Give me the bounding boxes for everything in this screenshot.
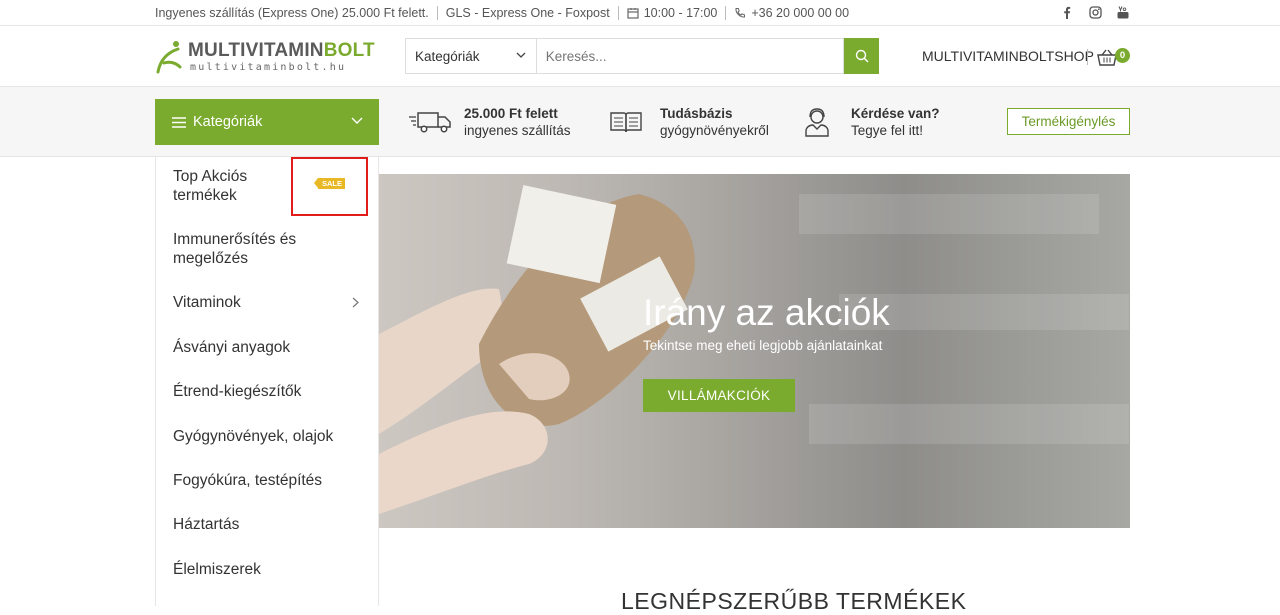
search-button[interactable] — [844, 38, 879, 74]
feature-title: Tudásbázis — [660, 106, 733, 121]
feature-free-shipping: 25.000 Ft felett ingyenes szállítás — [408, 105, 571, 139]
feature-title: Kérdése van? — [851, 106, 940, 121]
leaf-logo-icon — [156, 41, 182, 74]
hero-title: Irány az akciók — [643, 292, 890, 333]
categories-menu-button[interactable]: Kategóriák — [155, 99, 379, 145]
divider — [617, 6, 619, 20]
logo-text-b: BOLT — [323, 40, 375, 61]
menu-item-vitamins[interactable]: Vitaminok — [173, 293, 241, 312]
shop-link[interactable]: MULTIVITAMINBOLTSHOP — [922, 48, 1094, 64]
phone-link[interactable]: +36 20 000 00 00 — [734, 6, 849, 20]
menu-item-minerals[interactable]: Ásványi anyagok — [173, 338, 290, 357]
search-category-label: Kategóriák — [415, 48, 480, 64]
cart-count-badge: 0 — [1115, 48, 1130, 63]
instagram-icon[interactable] — [1088, 5, 1102, 19]
shipping-notice: Ingyenes szállítás (Express One) 25.000 … — [155, 6, 429, 20]
top-bar: Ingyenes szállítás (Express One) 25.000 … — [0, 0, 1280, 26]
site-logo[interactable]: MULTIVITAMINBOLT multivitaminbolt.hu — [154, 39, 375, 75]
phone-text: +36 20 000 00 00 — [751, 6, 850, 20]
search-category-select[interactable]: Kategóriák — [405, 38, 537, 74]
hero-banner[interactable]: Irány az akciók Tekintse meg eheti legjo… — [379, 174, 1130, 528]
hours-text: 10:00 - 17:00 — [643, 6, 718, 20]
logo-subtitle: multivitaminbolt.hu — [190, 62, 347, 73]
phone-icon — [735, 8, 746, 18]
chevron-right-icon — [352, 297, 359, 308]
feature-text: Tegye fel itt! — [851, 123, 924, 138]
sale-badge: SALE — [313, 178, 346, 189]
feature-text: gyógynövényekről — [660, 123, 769, 138]
truck-icon — [409, 112, 451, 133]
feature-title: 25.000 Ft felett — [464, 106, 558, 121]
menu-item-household[interactable]: Háztartás — [173, 515, 239, 534]
book-icon — [610, 112, 642, 133]
feature-ask-question[interactable]: Kérdése van? Tegye fel itt! — [795, 105, 940, 139]
youtube-icon[interactable] — [1116, 5, 1130, 19]
feature-knowledge-base[interactable]: Tudásbázis gyógynövényekről — [604, 105, 769, 139]
product-request-button[interactable]: Termékigénylés — [1007, 108, 1130, 135]
cart-button[interactable]: 0 — [1097, 46, 1131, 68]
menu-item-food[interactable]: Élelmiszerek — [173, 560, 261, 579]
menu-item-top-sales[interactable]: Top Akciós termékek — [173, 167, 247, 205]
logo-text-a: MULTIVITAMIN — [188, 40, 324, 61]
facebook-icon[interactable] — [1060, 5, 1074, 19]
feature-text: ingyenes szállítás — [464, 123, 571, 138]
carriers-text: GLS - Express One - Foxpost — [445, 6, 610, 20]
divider — [1087, 49, 1088, 65]
support-agent-icon — [805, 108, 829, 137]
hamburger-icon — [172, 116, 186, 128]
info-bar: Kategóriák 25.000 Ft felett ingyenes szá… — [0, 87, 1280, 157]
social-links — [1060, 5, 1130, 19]
site-header: MULTIVITAMINBOLT multivitaminbolt.hu Kat… — [0, 26, 1280, 87]
menu-item-supplements[interactable]: Étrend-kiegészítők — [173, 382, 301, 401]
basket-icon — [1097, 49, 1117, 66]
logo-text: MULTIVITAMINBOLT — [188, 40, 375, 62]
search-input[interactable] — [536, 38, 845, 74]
divider — [436, 6, 438, 20]
search-icon — [855, 49, 869, 63]
menu-item-immune[interactable]: Immunerősítés és megelőzés — [173, 230, 296, 268]
chevron-down-icon — [351, 117, 363, 124]
section-title: LEGNÉPSZERŰBB TERMÉKEK — [621, 588, 967, 614]
menu-item-diet-fitness[interactable]: Fogyókúra, testépítés — [173, 471, 322, 490]
categories-label: Kategóriák — [193, 114, 263, 130]
search-bar: Kategóriák — [405, 38, 879, 74]
flash-sale-button[interactable]: VILLÁMAKCIÓK — [643, 379, 795, 412]
chevron-down-icon — [516, 52, 526, 58]
opening-hours: 10:00 - 17:00 — [627, 6, 718, 20]
category-menu: Top Akciós termékek Immunerősítés és meg… — [155, 157, 379, 606]
calendar-icon — [627, 8, 639, 19]
hero-subtitle: Tekintse meg eheti legjobb ajánlatainkat — [643, 338, 883, 353]
divider — [725, 6, 727, 20]
menu-item-herbs-oils[interactable]: Gyógynövények, olajok — [173, 427, 333, 446]
